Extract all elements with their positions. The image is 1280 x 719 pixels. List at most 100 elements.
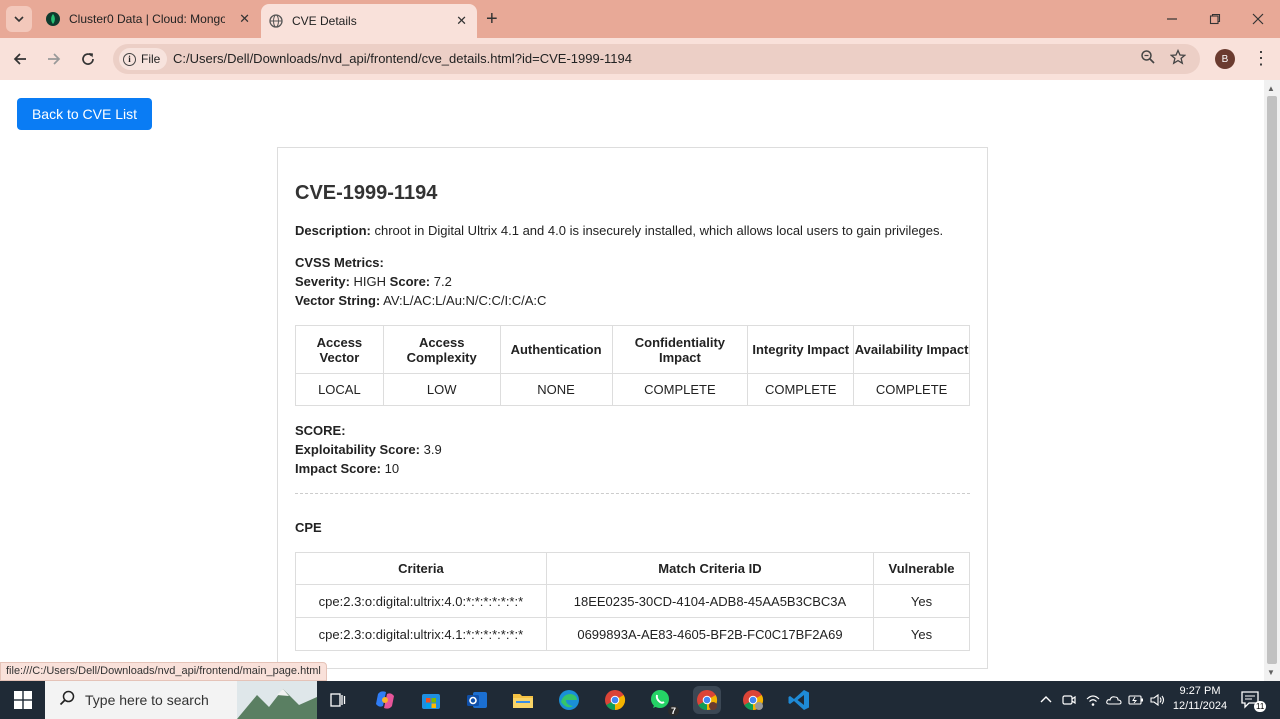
exploitability-label: Exploitability Score:	[295, 442, 420, 457]
show-hidden-icons-icon[interactable]	[1040, 681, 1052, 719]
close-icon[interactable]: ✕	[456, 13, 467, 29]
tab-strip: Cluster0 Data | Cloud: MongoDB ✕ CVE Det…	[0, 0, 1280, 38]
outlook-icon[interactable]	[463, 686, 491, 714]
url-text[interactable]: C:/Users/Dell/Downloads/nvd_api/frontend…	[173, 51, 632, 66]
table-cell: COMPLETE	[853, 373, 970, 406]
vscode-icon[interactable]	[785, 686, 813, 714]
tab-search-button[interactable]	[6, 6, 32, 32]
table-cell: cpe:2.3:o:digital:ultrix:4.1:*:*:*:*:*:*…	[295, 617, 547, 651]
back-to-cve-list-button[interactable]: Back to CVE List	[17, 98, 152, 130]
file-label: File	[141, 52, 161, 66]
table-header: Match Criteria ID	[545, 552, 875, 585]
chrome-second-profile-icon[interactable]	[739, 686, 767, 714]
table-cell: cpe:2.3:o:digital:ultrix:4.0:*:*:*:*:*:*…	[295, 584, 547, 618]
table-header: Vulnerable	[873, 552, 970, 585]
severity-value: HIGH	[353, 274, 387, 289]
windows-logo-icon	[13, 691, 32, 709]
forward-arrow-icon[interactable]	[43, 48, 65, 70]
cvss-heading: CVSS Metrics:	[295, 255, 384, 270]
impact-label: Impact Score:	[295, 461, 381, 476]
onedrive-icon[interactable]	[1106, 681, 1122, 719]
chrome-icon[interactable]	[601, 686, 629, 714]
tab-cve-details[interactable]: CVE Details ✕	[261, 4, 477, 38]
cpe-heading: CPE	[295, 520, 322, 535]
taskbar-clock[interactable]: 9:27 PM 12/11/2024	[1168, 684, 1232, 714]
cve-id-heading: CVE-1999-1194	[295, 182, 438, 204]
whatsapp-icon[interactable]: 7	[647, 686, 679, 716]
page-content: Back to CVE List CVE-1999-1194 Descripti…	[0, 80, 1264, 681]
site-info-chip[interactable]: i File	[119, 48, 168, 70]
tab-title: CVE Details	[292, 14, 357, 28]
table-cell: Yes	[873, 584, 970, 618]
table-cell: NONE	[499, 373, 613, 406]
score-value: 7.2	[433, 274, 452, 289]
status-bar-url: file:///C:/Users/Dell/Downloads/nvd_api/…	[0, 662, 327, 681]
mongodb-leaf-icon	[46, 12, 60, 26]
zoom-icon[interactable]	[1140, 49, 1156, 69]
table-cell: LOW	[382, 373, 501, 406]
description-text: chroot in Digital Ultrix 4.1 and 4.0 is …	[374, 223, 944, 238]
description-line: Description: chroot in Digital Ultrix 4.…	[295, 223, 943, 238]
table-header-row: Criteria Match Criteria ID Vulnerable	[295, 552, 970, 585]
restore-icon[interactable]	[1193, 0, 1237, 38]
table-cell: Yes	[873, 617, 970, 651]
copilot-icon[interactable]	[371, 686, 399, 714]
profile-avatar[interactable]: B	[1215, 49, 1235, 69]
scroll-down-icon[interactable]: ▼	[1267, 668, 1275, 677]
taskbar-search[interactable]: Type here to search	[45, 681, 317, 719]
volume-icon[interactable]	[1150, 681, 1166, 719]
vertical-scrollbar[interactable]: ▲ ▼	[1264, 80, 1280, 681]
new-tab-button[interactable]: +	[486, 8, 498, 30]
reload-icon[interactable]	[77, 48, 99, 70]
table-cell: 0699893A-AE83-4605-BF2B-FC0C17BF2A69	[545, 617, 875, 651]
scroll-up-icon[interactable]: ▲	[1267, 84, 1275, 93]
windows-start-button[interactable]	[0, 681, 45, 719]
table-cell: 18EE0235-30CD-4104-ADB8-45AA5B3CBC3A	[545, 584, 875, 618]
scrollbar-thumb[interactable]	[1267, 96, 1277, 664]
chevron-down-icon	[14, 16, 24, 23]
table-row: cpe:2.3:o:digital:ultrix:4.1:*:*:*:*:*:*…	[295, 617, 970, 651]
exploitability-value: 3.9	[423, 442, 442, 457]
meet-now-icon[interactable]	[1062, 681, 1076, 719]
table-header: Access Complexity	[382, 325, 501, 374]
cvss-metrics-table: Access Vector Access Complexity Authenti…	[295, 325, 970, 406]
score-heading: SCORE:	[295, 423, 346, 438]
tab-title: Cluster0 Data | Cloud: MongoDB	[69, 12, 225, 26]
cve-details-card: CVE-1999-1194 Description: chroot in Dig…	[277, 147, 988, 669]
bookmark-star-icon[interactable]	[1169, 48, 1187, 69]
close-icon[interactable]: ✕	[239, 11, 250, 27]
impact-line: Impact Score: 10	[295, 461, 399, 476]
search-icon	[59, 690, 75, 711]
table-cell: COMPLETE	[611, 373, 749, 406]
taskbar: Type here to search 7 9:27 PM 12/11/2024…	[0, 681, 1280, 719]
minimize-icon[interactable]	[1150, 0, 1194, 38]
search-placeholder: Type here to search	[85, 692, 209, 708]
clock-date: 12/11/2024	[1172, 700, 1228, 712]
edge-icon[interactable]	[555, 686, 583, 714]
wifi-icon[interactable]	[1086, 681, 1100, 719]
section-divider	[295, 493, 970, 494]
table-header: Criteria	[295, 552, 547, 585]
back-arrow-icon[interactable]	[9, 48, 31, 70]
chrome-profile-b-icon[interactable]	[693, 686, 721, 714]
severity-line: Severity: HIGH Score: 7.2	[295, 274, 452, 289]
impact-value: 10	[384, 461, 400, 476]
window-close-icon[interactable]	[1236, 0, 1280, 38]
file-explorer-icon[interactable]	[509, 686, 537, 714]
microsoft-store-icon[interactable]	[417, 686, 445, 714]
table-header: Access Vector	[295, 325, 384, 374]
description-label: Description:	[295, 223, 371, 238]
notification-count: 11	[1254, 701, 1267, 712]
more-menu-icon[interactable]: ⋮	[1252, 48, 1270, 69]
table-header: Confidentiality Impact	[611, 325, 749, 374]
address-bar[interactable]: i File C:/Users/Dell/Downloads/nvd_api/f…	[113, 44, 1200, 74]
globe-icon	[269, 14, 283, 28]
severity-label: Severity:	[295, 274, 350, 289]
table-header: Integrity Impact	[747, 325, 855, 374]
task-view-icon[interactable]	[324, 686, 352, 714]
score-label: Score:	[389, 274, 431, 289]
clock-time: 9:27 PM	[1179, 685, 1221, 697]
tab-mongodb[interactable]: Cluster0 Data | Cloud: MongoDB ✕	[36, 0, 260, 38]
notifications-icon[interactable]: 11	[1240, 681, 1267, 719]
battery-icon[interactable]	[1128, 681, 1144, 719]
